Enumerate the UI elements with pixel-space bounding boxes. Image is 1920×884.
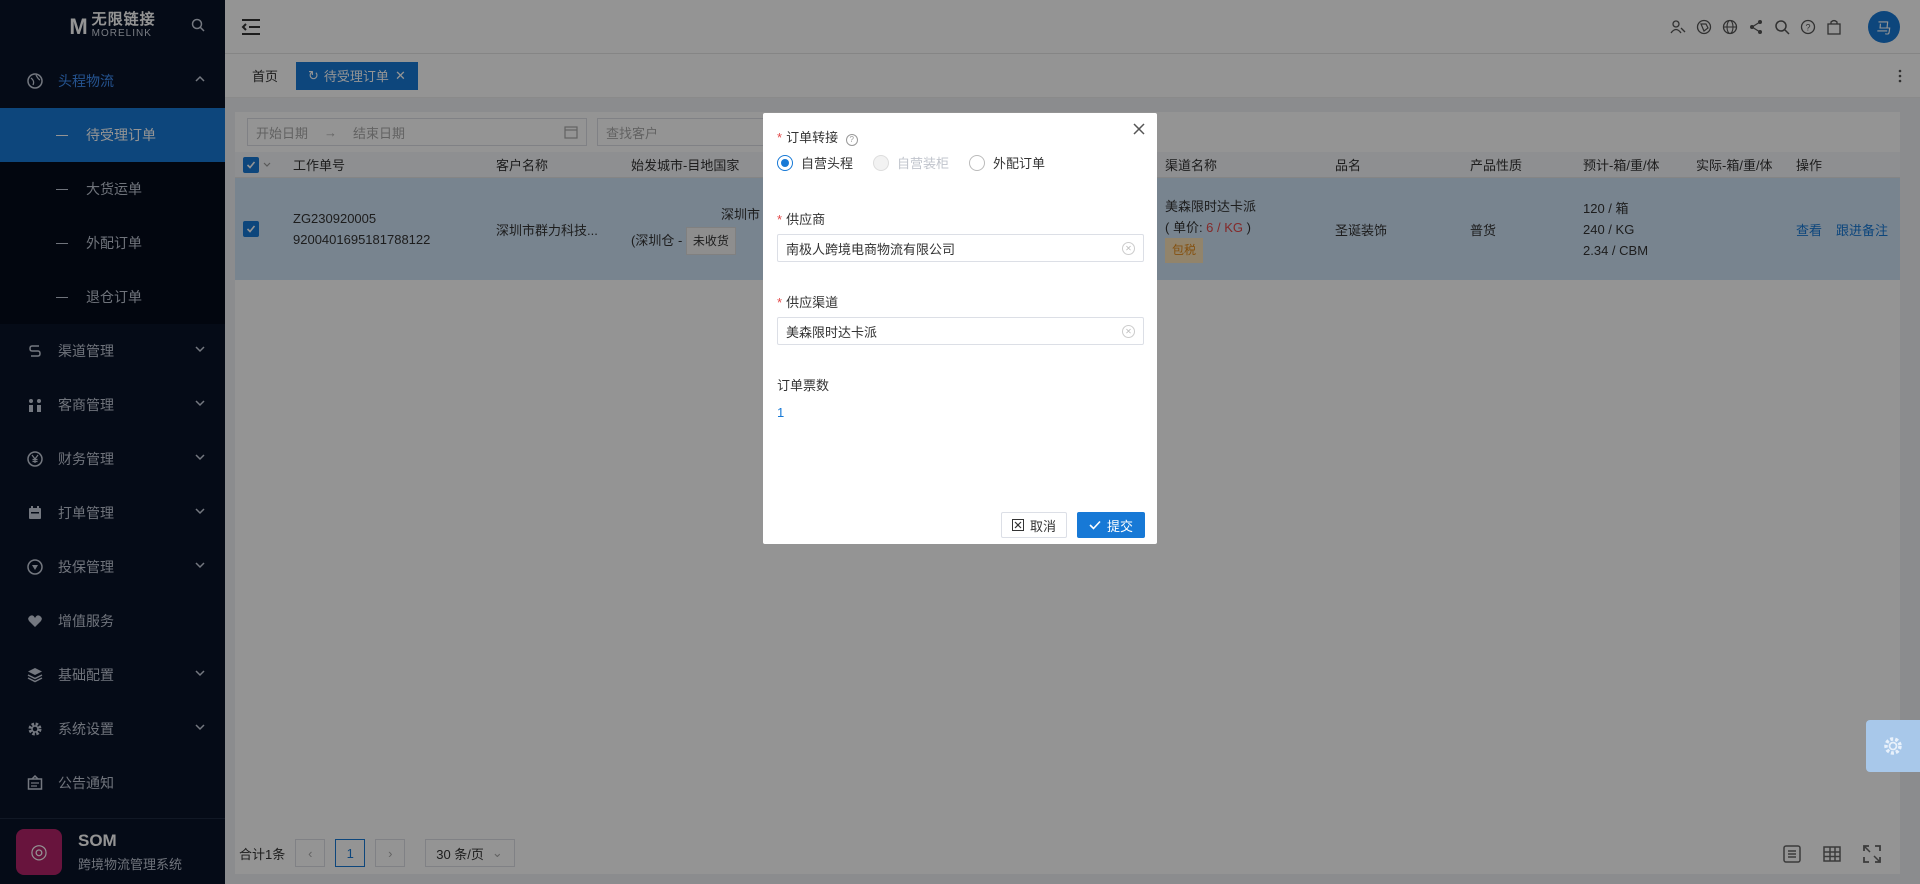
close-icon[interactable] bbox=[1131, 121, 1147, 137]
supplier-value: 南极人跨境电商物流有限公司 bbox=[786, 241, 956, 257]
required-mark: * bbox=[777, 130, 783, 145]
radio-self-first-leg[interactable]: 自营头程 bbox=[777, 153, 853, 172]
check-icon bbox=[1089, 520, 1101, 530]
radio-label: 外配订单 bbox=[993, 156, 1046, 171]
channel-label: * 供应渠道 bbox=[777, 292, 838, 311]
cancel-button[interactable]: 取消 bbox=[1001, 512, 1067, 538]
transfer-type-radio-group: 自营头程 自营装柜 外配订单 bbox=[777, 153, 1045, 172]
supplier-label: * 供应商 bbox=[777, 209, 825, 228]
supplier-label-text: 供应商 bbox=[786, 212, 826, 227]
submit-label: 提交 bbox=[1106, 518, 1133, 534]
gear-icon bbox=[1884, 737, 1902, 755]
transfer-label: * 订单转接 ? bbox=[777, 127, 858, 146]
radio-external-order[interactable]: 外配订单 bbox=[969, 153, 1045, 172]
channel-label-text: 供应渠道 bbox=[786, 295, 839, 310]
radio-label: 自营装柜 bbox=[897, 156, 950, 171]
channel-value: 美森限时达卡派 bbox=[786, 324, 878, 340]
cancel-label: 取消 bbox=[1029, 518, 1056, 534]
radio-dot bbox=[969, 154, 986, 171]
required-mark: * bbox=[777, 212, 783, 227]
question-circle-icon[interactable]: ? bbox=[845, 134, 858, 146]
clear-icon[interactable]: ✕ bbox=[1122, 325, 1135, 338]
radio-label: 自营头程 bbox=[801, 156, 854, 171]
clear-icon[interactable]: ✕ bbox=[1122, 242, 1135, 255]
order-count-label: 订单票数 bbox=[777, 378, 830, 393]
supplier-select[interactable]: 南极人跨境电商物流有限公司 ✕ bbox=[777, 234, 1144, 262]
radio-dot bbox=[777, 154, 793, 171]
radio-dot bbox=[873, 154, 890, 171]
close-square-icon bbox=[1011, 519, 1024, 531]
order-transfer-dialog: * 订单转接 ? 自营头程 自营装柜 外配订单 * 供应商 南极人跨境电商物流有限公… bbox=[763, 113, 1157, 544]
floating-settings-button[interactable] bbox=[1866, 720, 1920, 772]
transfer-label-text: 订单转接 bbox=[786, 130, 839, 145]
radio-self-container: 自营装柜 bbox=[873, 153, 949, 172]
order-count-value: 1 bbox=[777, 405, 785, 420]
required-mark: * bbox=[777, 295, 783, 310]
submit-button[interactable]: 提交 bbox=[1077, 512, 1145, 538]
channel-select[interactable]: 美森限时达卡派 ✕ bbox=[777, 317, 1144, 345]
